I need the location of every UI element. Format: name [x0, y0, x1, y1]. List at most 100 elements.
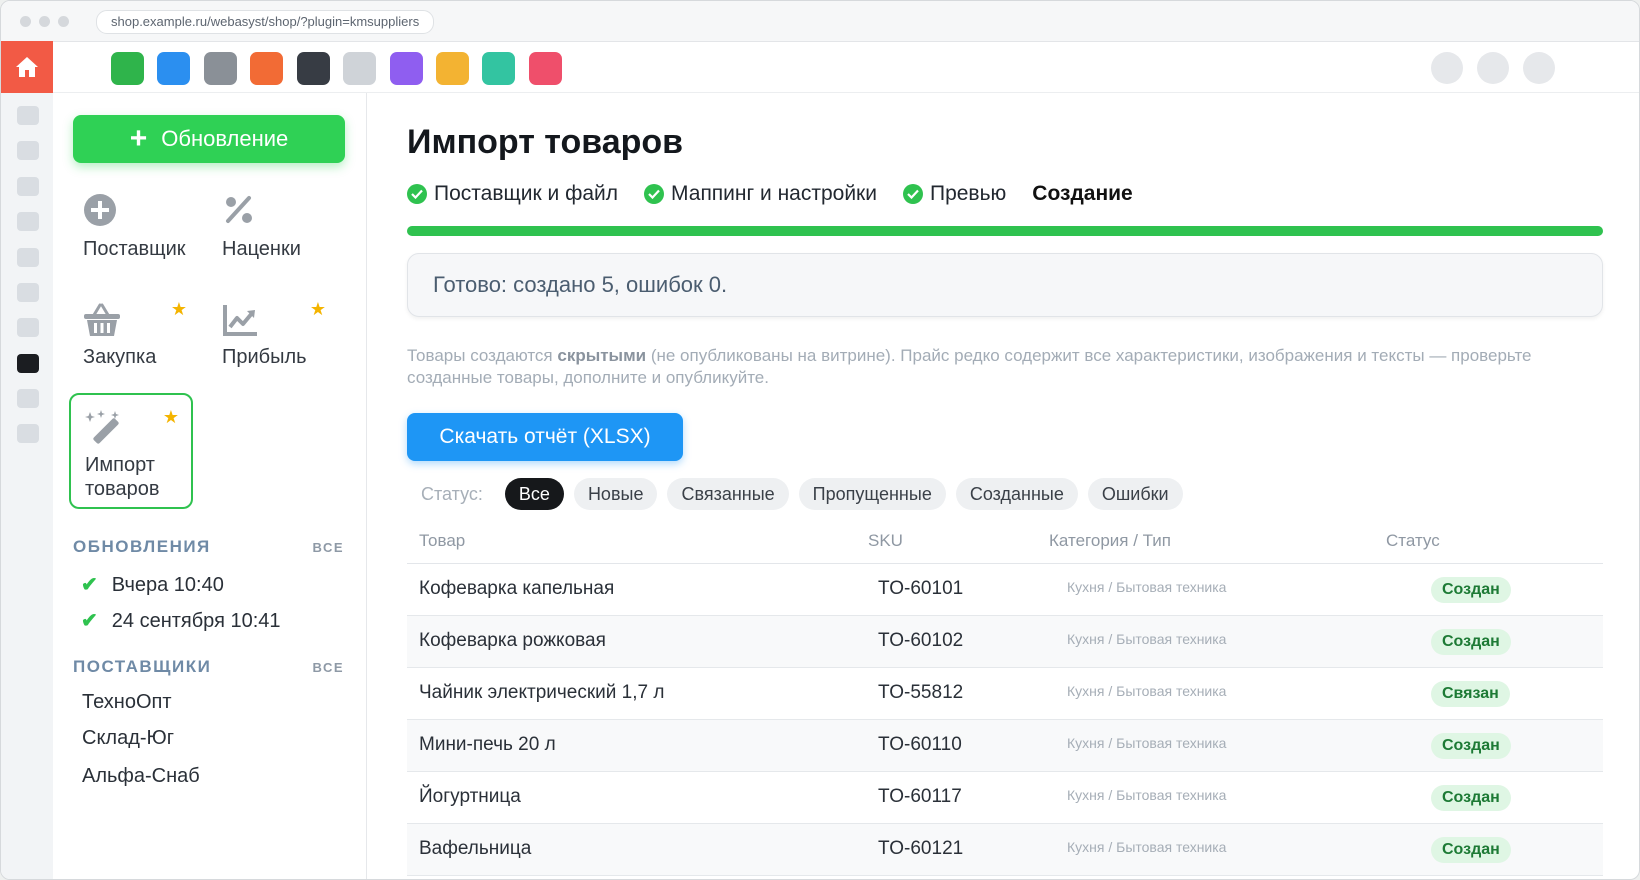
supplier-item[interactable]: ТехноОпт	[82, 691, 172, 714]
supplier-item[interactable]: Склад-Юг	[82, 727, 174, 750]
product-sku: TO-60117	[878, 786, 962, 807]
window-maximize-dot[interactable]	[58, 16, 69, 27]
basket-icon	[84, 303, 120, 336]
status-badge: Создан	[1431, 837, 1511, 863]
app-icon-5[interactable]	[297, 52, 330, 85]
tile-supplier[interactable]: Поставщик	[69, 179, 199, 289]
rail-item[interactable]	[17, 389, 39, 408]
step-preview[interactable]: Превью	[902, 182, 1006, 206]
rail-item[interactable]	[17, 424, 39, 443]
update-button[interactable]: + Обновление	[73, 115, 345, 163]
app-icon-6[interactable]	[343, 52, 376, 85]
star-icon[interactable]: ★	[163, 407, 179, 428]
app-icon-3[interactable]	[204, 52, 237, 85]
app-icon-10[interactable]	[529, 52, 562, 85]
check-icon: ✔	[81, 574, 98, 596]
progress-fill	[407, 226, 1603, 236]
help-button[interactable]	[1477, 52, 1509, 84]
tile-markups[interactable]: Наценки	[208, 179, 338, 289]
rail-item[interactable]	[17, 141, 39, 160]
filter-chip-all[interactable]: Все	[504, 478, 564, 510]
filter-chip-created[interactable]: Созданные	[955, 478, 1078, 510]
product-category: Кухня / Бытовая техника	[1067, 839, 1227, 855]
check-icon: ✔	[81, 610, 98, 632]
browser-toolbar: shop.example.ru/webasyst/shop/?plugin=km…	[1, 1, 1639, 42]
table-row[interactable]: Мини-печь 20 л TO-60110 Кухня / Бытовая …	[407, 720, 1603, 772]
product-sku: TO-55812	[878, 682, 964, 703]
product-sku: TO-60121	[878, 838, 964, 859]
column-header-category[interactable]: Категория / Тип	[1049, 531, 1171, 551]
browser-window: shop.example.ru/webasyst/shop/?plugin=km…	[0, 0, 1640, 880]
tile-label: Поставщик	[83, 238, 186, 260]
window-minimize-dot[interactable]	[39, 16, 50, 27]
star-icon[interactable]: ★	[171, 299, 187, 320]
status-filters: Статус: Все Новые Связанные Пропущенные …	[421, 477, 1193, 511]
table-row[interactable]: Йогуртница TO-60117 Кухня / Бытовая техн…	[407, 772, 1603, 824]
update-item[interactable]: ✔ Вчера 10:40	[81, 572, 224, 597]
product-name[interactable]: Кофеварка капельная	[419, 578, 614, 600]
column-header-sku[interactable]: SKU	[868, 531, 903, 551]
star-icon[interactable]: ★	[310, 299, 326, 320]
app-icon-2[interactable]	[157, 52, 190, 85]
user-avatar[interactable]	[1523, 52, 1555, 84]
page-title: Импорт товаров	[407, 123, 684, 161]
note-emphasis: скрытыми	[557, 346, 647, 365]
product-name[interactable]: Мини-печь 20 л	[419, 734, 556, 756]
check-circle-icon	[902, 184, 923, 204]
table-row[interactable]: Кофеварка рожковая TO-60102 Кухня / Быто…	[407, 616, 1603, 668]
home-button[interactable]	[1, 41, 53, 93]
sidebar: + Обновление Поставщик Наценки ★ Закупка…	[53, 93, 367, 879]
updates-all-link[interactable]: ВСЕ	[313, 540, 344, 555]
rail-item[interactable]	[17, 212, 39, 231]
suppliers-all-link[interactable]: ВСЕ	[313, 660, 344, 675]
step-supplier-file[interactable]: Поставщик и файл	[407, 182, 618, 206]
table-row[interactable]: Чайник электрический 1,7 л TO-55812 Кухн…	[407, 668, 1603, 720]
rail-item-active[interactable]	[17, 354, 39, 373]
rail-item[interactable]	[17, 318, 39, 337]
filter-chip-new[interactable]: Новые	[573, 478, 658, 510]
tile-profit[interactable]: ★ Прибыль	[208, 287, 338, 397]
app-icon-4[interactable]	[250, 52, 283, 85]
filter-chip-skipped[interactable]: Пропущенные	[798, 478, 946, 510]
product-name[interactable]: Вафельница	[419, 838, 531, 860]
rail-item[interactable]	[17, 248, 39, 267]
product-sku: TO-60110	[878, 734, 962, 755]
step-mapping-settings[interactable]: Маппинг и настройки	[644, 182, 877, 206]
rail-item[interactable]	[17, 177, 39, 196]
filter-chip-linked[interactable]: Связанные	[667, 478, 789, 510]
suppliers-section-title: ПОСТАВЩИКИ	[73, 657, 212, 676]
tile-purchase[interactable]: ★ Закупка	[69, 287, 199, 397]
table-row[interactable]: Вафельница TO-60121 Кухня / Бытовая техн…	[407, 824, 1603, 876]
address-bar[interactable]: shop.example.ru/webasyst/shop/?plugin=km…	[96, 10, 435, 34]
wizard-steps: Поставщик и файл Маппинг и настройки Пре…	[407, 180, 1159, 208]
window-close-dot[interactable]	[20, 16, 31, 27]
filter-chip-errors[interactable]: Ошибки	[1087, 478, 1183, 510]
tile-import-products[interactable]: ★ Импорт товаров	[69, 393, 193, 509]
main-content: Импорт товаров Поставщик и файл Маппинг …	[367, 93, 1639, 879]
table-row[interactable]: Кофеварка капельная TO-60101 Кухня / Быт…	[407, 564, 1603, 616]
tile-label: Наценки	[222, 238, 301, 260]
app-icon-8[interactable]	[436, 52, 469, 85]
update-item[interactable]: ✔ 24 сентября 10:41	[81, 608, 281, 633]
notifications-button[interactable]	[1431, 52, 1463, 84]
product-name[interactable]: Кофеварка рожковая	[419, 630, 606, 652]
status-badge: Создан	[1431, 629, 1511, 655]
rail-item[interactable]	[17, 106, 39, 125]
column-header-status[interactable]: Статус	[1386, 531, 1440, 551]
check-circle-icon	[644, 184, 665, 204]
updates-section-title: ОБНОВЛЕНИЯ	[73, 537, 211, 556]
app-icon-9[interactable]	[482, 52, 515, 85]
app-icon-7[interactable]	[390, 52, 423, 85]
rail-item[interactable]	[17, 283, 39, 302]
result-message: Готово: создано 5, ошибок 0.	[407, 253, 1603, 317]
column-header-product[interactable]: Товар	[419, 531, 465, 551]
supplier-item[interactable]: Альфа-Снаб	[82, 765, 200, 788]
product-name[interactable]: Йогуртница	[419, 786, 521, 808]
left-rail	[1, 93, 53, 879]
home-icon	[16, 57, 38, 77]
app-icon-1[interactable]	[111, 52, 144, 85]
product-sku: TO-60101	[878, 578, 964, 599]
product-category: Кухня / Бытовая техника	[1067, 787, 1227, 803]
download-report-button[interactable]: Скачать отчёт (XLSX)	[407, 413, 683, 461]
product-name[interactable]: Чайник электрический 1,7 л	[419, 682, 664, 704]
